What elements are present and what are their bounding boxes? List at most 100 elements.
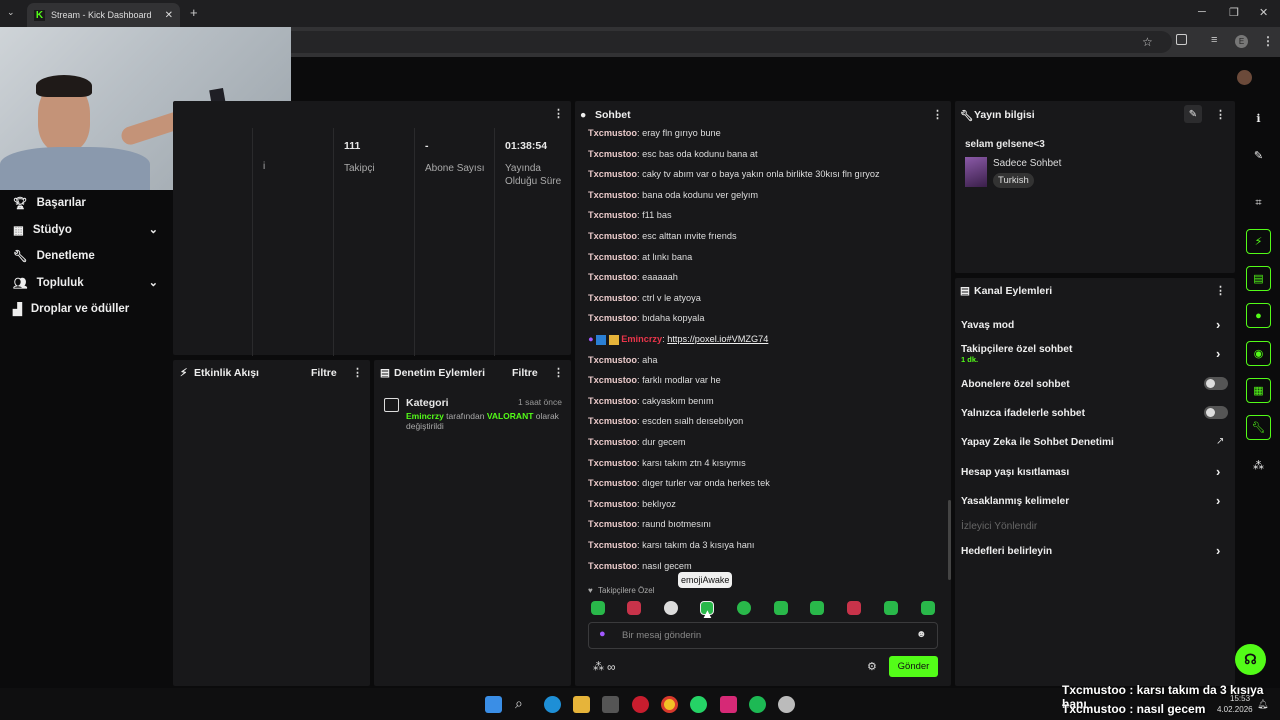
sidebar-item-studio[interactable]: ▦ Stüdyo ⌄ [0, 217, 172, 244]
browser-menu-icon[interactable]: ⋮ [1262, 34, 1274, 48]
profile-avatar[interactable]: E [1235, 35, 1248, 48]
edge-icon[interactable] [544, 696, 561, 713]
chat-username[interactable]: Emincrzy [621, 334, 662, 344]
browser-tab[interactable]: K Stream - Kick Dashboard ✕ [27, 3, 180, 27]
user-avatar[interactable] [1237, 70, 1252, 85]
store-icon[interactable] [602, 696, 619, 713]
wrench-icon[interactable]: 🔧︎ [1246, 415, 1271, 440]
tab-list-chevron-icon[interactable]: ⌄ [7, 7, 15, 18]
emoji-icon[interactable] [921, 601, 935, 615]
sidebar-item-moderation[interactable]: 🔧︎ Denetleme [0, 243, 172, 270]
support-chat-button[interactable]: ☊ [1235, 644, 1266, 675]
set-goals-item[interactable]: Hedefleri belirleyin [961, 546, 1052, 557]
chevron-right-icon[interactable]: › [1216, 543, 1220, 558]
chevron-right-icon[interactable]: › [1216, 317, 1220, 332]
account-age-item[interactable]: Hesap yaşı kısıtlaması [961, 467, 1069, 478]
chevron-right-icon[interactable]: › [1216, 493, 1220, 508]
banned-words-item[interactable]: Yasaklanmış kelimeler [961, 496, 1069, 507]
chat-username[interactable]: Txcmustoo [588, 396, 637, 406]
file-explorer-icon[interactable] [573, 696, 590, 713]
layout-icon[interactable]: ▦ [1246, 378, 1271, 403]
channel-actions-menu-icon[interactable]: ⋮ [1215, 284, 1226, 297]
search-icon[interactable]: ⌕ [515, 695, 523, 712]
emoji-picker-icon[interactable]: ☻ [916, 629, 927, 640]
extensions-icon[interactable] [1176, 34, 1187, 45]
chat-username[interactable]: Txcmustoo [588, 149, 637, 159]
chat-username[interactable]: Txcmustoo [588, 478, 637, 488]
focus-icon[interactable]: ⌗ [1246, 191, 1271, 216]
document-icon[interactable]: ▤ [1246, 266, 1271, 291]
chat-username[interactable]: Txcmustoo [588, 437, 637, 447]
chevron-right-icon[interactable]: › [1216, 464, 1220, 479]
broadcast-icon[interactable]: ◉ [1246, 341, 1271, 366]
slow-mode-item[interactable]: Yavaş mod [961, 320, 1014, 331]
chat-username[interactable]: Txcmustoo [588, 190, 637, 200]
windows-start-icon[interactable] [485, 696, 502, 713]
emoji-icon[interactable] [774, 601, 788, 615]
chat-username[interactable]: Txcmustoo [588, 252, 637, 262]
chat-menu-icon[interactable]: ⋮ [932, 108, 943, 121]
chrome-icon[interactable] [661, 696, 678, 713]
external-link-icon[interactable]: ↗ [1216, 436, 1224, 447]
sidebar-item-community[interactable]: 👥︎ Topluluk ⌄ [0, 270, 172, 297]
chat-username[interactable]: Txcmustoo [588, 519, 637, 529]
emote-only-toggle[interactable] [1204, 406, 1228, 419]
microphone-icon[interactable]: ● [599, 628, 606, 640]
maximize-icon[interactable]: ❐ [1229, 6, 1239, 19]
chat-username[interactable]: Txcmustoo [588, 313, 637, 323]
chat-username[interactable]: Txcmustoo [588, 128, 637, 138]
lightning-icon[interactable]: ⚡︎ [1246, 229, 1271, 254]
chat-username[interactable]: Txcmustoo [588, 458, 637, 468]
chat-username[interactable]: Txcmustoo [588, 499, 637, 509]
emoji-icon[interactable] [591, 601, 605, 615]
opera-icon[interactable] [632, 696, 649, 713]
chevron-right-icon[interactable]: › [1216, 346, 1220, 361]
chat-settings-icon[interactable]: ⚙︎ [867, 660, 877, 673]
chat-username[interactable]: Txcmustoo [588, 540, 637, 550]
info-icon[interactable]: ℹ [1246, 106, 1271, 131]
media-control-icon[interactable]: ≡ [1211, 34, 1217, 46]
mod-actions-menu-icon[interactable]: ⋮ [553, 366, 564, 379]
address-bar[interactable] [290, 31, 1172, 53]
followers-only-chat-item[interactable]: Takipçilere özel sohbet [961, 344, 1072, 355]
stream-category[interactable]: Sadece Sohbet [993, 158, 1061, 169]
stream-info-menu-icon[interactable]: ⋮ [1215, 108, 1226, 121]
emoji-icon[interactable] [884, 601, 898, 615]
chat-username[interactable]: Txcmustoo [588, 293, 637, 303]
emoji-icon[interactable] [664, 601, 678, 615]
close-tab-icon[interactable]: ✕ [165, 10, 173, 21]
minimize-icon[interactable]: ─ [1198, 6, 1206, 18]
chat-username[interactable]: Txcmustoo [588, 416, 637, 426]
whatsapp-icon[interactable] [690, 696, 707, 713]
infinity-icon[interactable]: ∞ [607, 660, 616, 674]
emoji-icon[interactable] [847, 601, 861, 615]
chat-username[interactable]: Txcmustoo [588, 272, 637, 282]
chat-tools-icon[interactable]: ⁂ [593, 660, 604, 673]
instagram-icon[interactable] [720, 696, 737, 713]
activity-menu-icon[interactable]: ⋮ [352, 366, 363, 379]
chat-username[interactable]: Txcmustoo [588, 561, 637, 571]
chat-link[interactable]: https://poxel.io#VMZG74 [667, 334, 768, 344]
chat-username[interactable]: Txcmustoo [588, 210, 637, 220]
edit-icon[interactable]: ✎ [1246, 143, 1271, 168]
new-tab-button[interactable]: + [190, 5, 198, 20]
chat-username[interactable]: Txcmustoo [588, 231, 637, 241]
close-window-icon[interactable]: ✕ [1259, 6, 1268, 19]
chat-username[interactable]: Txcmustoo [588, 355, 637, 365]
chat-scrollbar[interactable] [948, 500, 951, 580]
emoji-icon[interactable] [627, 601, 641, 615]
emoji-icon[interactable] [810, 601, 824, 615]
sidebar-item-achievements[interactable]: 🏆︎ Başarılar [0, 190, 172, 217]
chat-username[interactable]: Txcmustoo [588, 169, 637, 179]
send-button[interactable]: Gönder [889, 656, 938, 677]
chat-username[interactable]: Txcmustoo [588, 375, 637, 385]
bookmark-star-icon[interactable]: ☆ [1142, 35, 1153, 49]
sidebar-item-drops[interactable]: ▟ Droplar ve ödüller [0, 296, 172, 323]
activity-filter-button[interactable]: Filtre [311, 367, 337, 379]
mod-actions-filter-button[interactable]: Filtre [512, 367, 538, 379]
spotify-icon[interactable] [749, 696, 766, 713]
edit-pencil-icon[interactable]: ✎ [1184, 105, 1202, 123]
ai-moderation-item[interactable]: Yapay Zeka ile Sohbet Denetimi [961, 437, 1114, 448]
stats-menu-icon[interactable]: ⋮ [553, 107, 564, 120]
emoji-icon[interactable] [737, 601, 751, 615]
